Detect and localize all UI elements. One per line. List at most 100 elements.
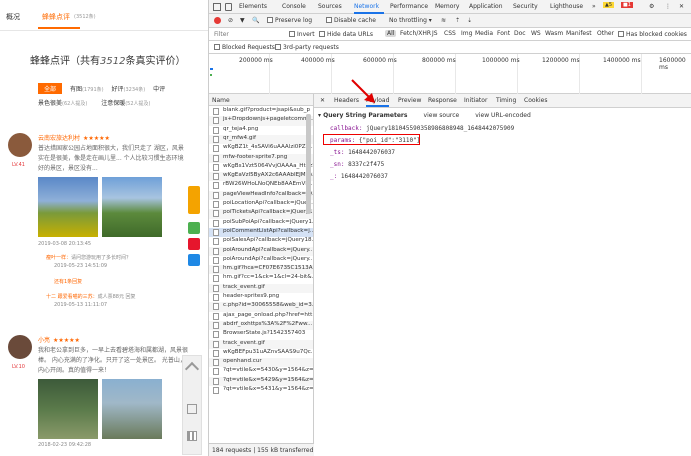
request-row[interactable]: poiSubPoiApi?callback=jQuery1... [209,219,313,228]
filter-icon[interactable]: ▼ [240,17,245,24]
avatar[interactable] [8,133,32,157]
request-row[interactable]: poiAroundApi?callback=jQuery... [209,246,313,256]
tab-memory[interactable]: Memory [435,3,459,10]
record-icon[interactable] [214,17,221,24]
request-row[interactable]: poiTicketsApi?callback=jQuery1... [209,209,313,219]
third-party-toggle[interactable]: 3rd-party requests [275,44,339,51]
overview-timeline[interactable]: 200000 ms 400000 ms 600000 ms 800000 ms … [209,54,691,94]
tab-headers[interactable]: Headers [334,97,359,104]
filter-keep-warm[interactable]: 注意保暖(52人提及) [101,98,150,107]
review-user[interactable]: 云南宏旅达利村 ★★★★★ [38,133,110,142]
invert-toggle[interactable]: Invert [289,31,315,38]
warning-badge[interactable]: ▲5 [603,2,615,8]
tab-console[interactable]: Console [282,3,306,10]
kebab-menu-icon[interactable]: ⋮ [665,3,671,10]
column-header-name[interactable]: Name [209,94,313,106]
checkbox[interactable] [289,31,295,37]
review-photo[interactable] [38,379,98,439]
request-row[interactable]: rBW26WHoLNoQNEb8AAEmVh... [209,181,313,190]
tab-sources[interactable]: Sources [318,3,342,10]
view-url-encoded-link[interactable]: view URL-encoded [475,112,530,119]
request-row[interactable]: ?qt=vtile&x=5431&y=1564&z=... [209,386,313,395]
type-filter-wasm[interactable]: Wasm [543,30,565,37]
collapse-arrow-icon[interactable]: ▾ [318,112,321,119]
request-row[interactable]: track_event.gif [209,283,313,293]
tab-preview[interactable]: Preview [398,97,421,104]
download-icon[interactable]: ⇣ [467,17,472,24]
blocked-requests-toggle[interactable]: Blocked Requests [214,44,275,51]
share-tab-icon[interactable] [188,186,200,214]
type-filter-all[interactable]: All [385,30,397,37]
tab-elements[interactable]: Elements [239,3,267,10]
request-row[interactable]: ?qt=vtile&x=5430&y=1564&z=... [209,367,313,376]
scrollbar[interactable] [306,114,311,214]
throttling-select[interactable]: No throttling ▾ [389,17,432,24]
clear-icon[interactable]: ⊘ [228,17,233,24]
query-string-section[interactable]: ▾ Query String Parameters view source vi… [318,112,531,119]
search-icon[interactable]: 🔍 [252,17,259,24]
checkbox[interactable] [214,44,220,50]
type-filter-media[interactable]: Media [473,30,495,37]
tab-payload[interactable]: Payload [366,97,390,107]
request-row[interactable]: wKgBEFpu31uAZnvSAAS9u7Qc... [209,349,313,358]
device-toggle-icon[interactable] [225,3,232,11]
checkbox[interactable] [319,31,325,37]
request-row[interactable]: c.php?id=30065558&web_id=3... [209,302,313,312]
hide-data-urls-toggle[interactable]: Hide data URLs [319,31,373,38]
close-icon[interactable]: ✕ [679,3,684,10]
view-source-link[interactable]: view source [424,112,460,119]
tab-application[interactable]: Application [469,3,503,10]
tab-performance[interactable]: Performance [390,3,428,10]
request-row[interactable]: poiAroundApi?callback=jQuery... [209,256,313,265]
wechat-icon[interactable] [188,222,200,234]
request-row[interactable]: track_event.gif [209,339,313,349]
type-filter-js[interactable]: JS [430,30,440,37]
error-badge[interactable]: ■1 [621,2,633,8]
review-user[interactable]: 小亮 ★★★★★ [38,335,80,344]
request-row[interactable]: ?qt=vtile&x=5429&y=1564&z=... [209,376,313,386]
tab-timing[interactable]: Timing [496,97,516,104]
tab-cookies[interactable]: Cookies [524,97,548,104]
request-row[interactable]: poiCommentListApi?callback=j... [209,227,313,238]
request-row[interactable]: ajax_page_onload.php?href=htt... [209,312,313,321]
close-details-icon[interactable]: ✕ [320,97,325,104]
request-row[interactable]: hm.gif?cc=1&ck=1&cl=24-bit&... [209,274,313,283]
blocked-cookies-toggle[interactable]: Has blocked cookies [618,31,687,38]
type-filter-doc[interactable]: Doc [512,30,528,37]
request-row[interactable]: blank.gif?product=jsapi&sub_p [209,107,313,116]
edit-icon[interactable] [187,404,197,414]
type-filter-font[interactable]: Font [495,30,512,37]
wifi-icon[interactable]: ≋ [441,17,446,24]
filter-with-photo[interactable]: 有图(1791条) [70,84,104,93]
type-filter-xhr[interactable]: Fetch/XHR [398,30,433,37]
weibo-icon[interactable] [188,238,200,250]
filter-input[interactable]: Filter [214,31,229,38]
checkbox[interactable] [618,31,624,37]
request-row[interactable]: pageViewHeadInfo?callback=jQ... [209,190,313,200]
reply-user[interactable]: 瘦叶一样： [46,255,71,261]
request-row[interactable]: poiSalesApi?callback=jQuery18... [209,237,313,246]
filter-scenery[interactable]: 景色很美(62人提及) [38,98,87,107]
back-to-top-icon[interactable] [184,361,200,377]
request-row[interactable]: wKgEaVzl5ByAX2c6AAAbIEJMLo... [209,172,313,182]
review-photo[interactable] [102,177,162,237]
request-row[interactable]: qr_teja4.png [209,126,313,135]
filter-positive[interactable]: 好评(3234条) [112,84,146,93]
type-filter-css[interactable]: CSS [442,30,458,37]
tab-security[interactable]: Security [513,3,538,10]
request-row[interactable]: openhand.cur [209,358,313,368]
qr-code-icon[interactable] [187,431,197,441]
request-row[interactable]: BrowserState.js?1542357403 [209,330,313,339]
tab-network[interactable]: Network [354,3,379,10]
upload-icon[interactable]: ⇡ [455,17,460,24]
tab-overview[interactable]: 概况 [6,12,20,22]
reply-user[interactable]: 十二 跟爱看喵的三苏： [46,294,98,300]
review-photo[interactable] [102,379,162,439]
request-row[interactable]: wKgBZ1t_4sSAVi6uAAAlzi0PZg... [209,144,313,153]
review-photo[interactable] [38,177,98,237]
request-row[interactable]: header-sprites9.png [209,293,313,302]
tab-reviews[interactable]: 蜂蜂点评 [42,12,70,22]
tab-lighthouse[interactable]: Lighthouse [550,3,583,10]
qzone-icon[interactable] [188,254,200,266]
request-row[interactable]: hm.gif?hca=CF07E6735C1513A... [209,265,313,275]
